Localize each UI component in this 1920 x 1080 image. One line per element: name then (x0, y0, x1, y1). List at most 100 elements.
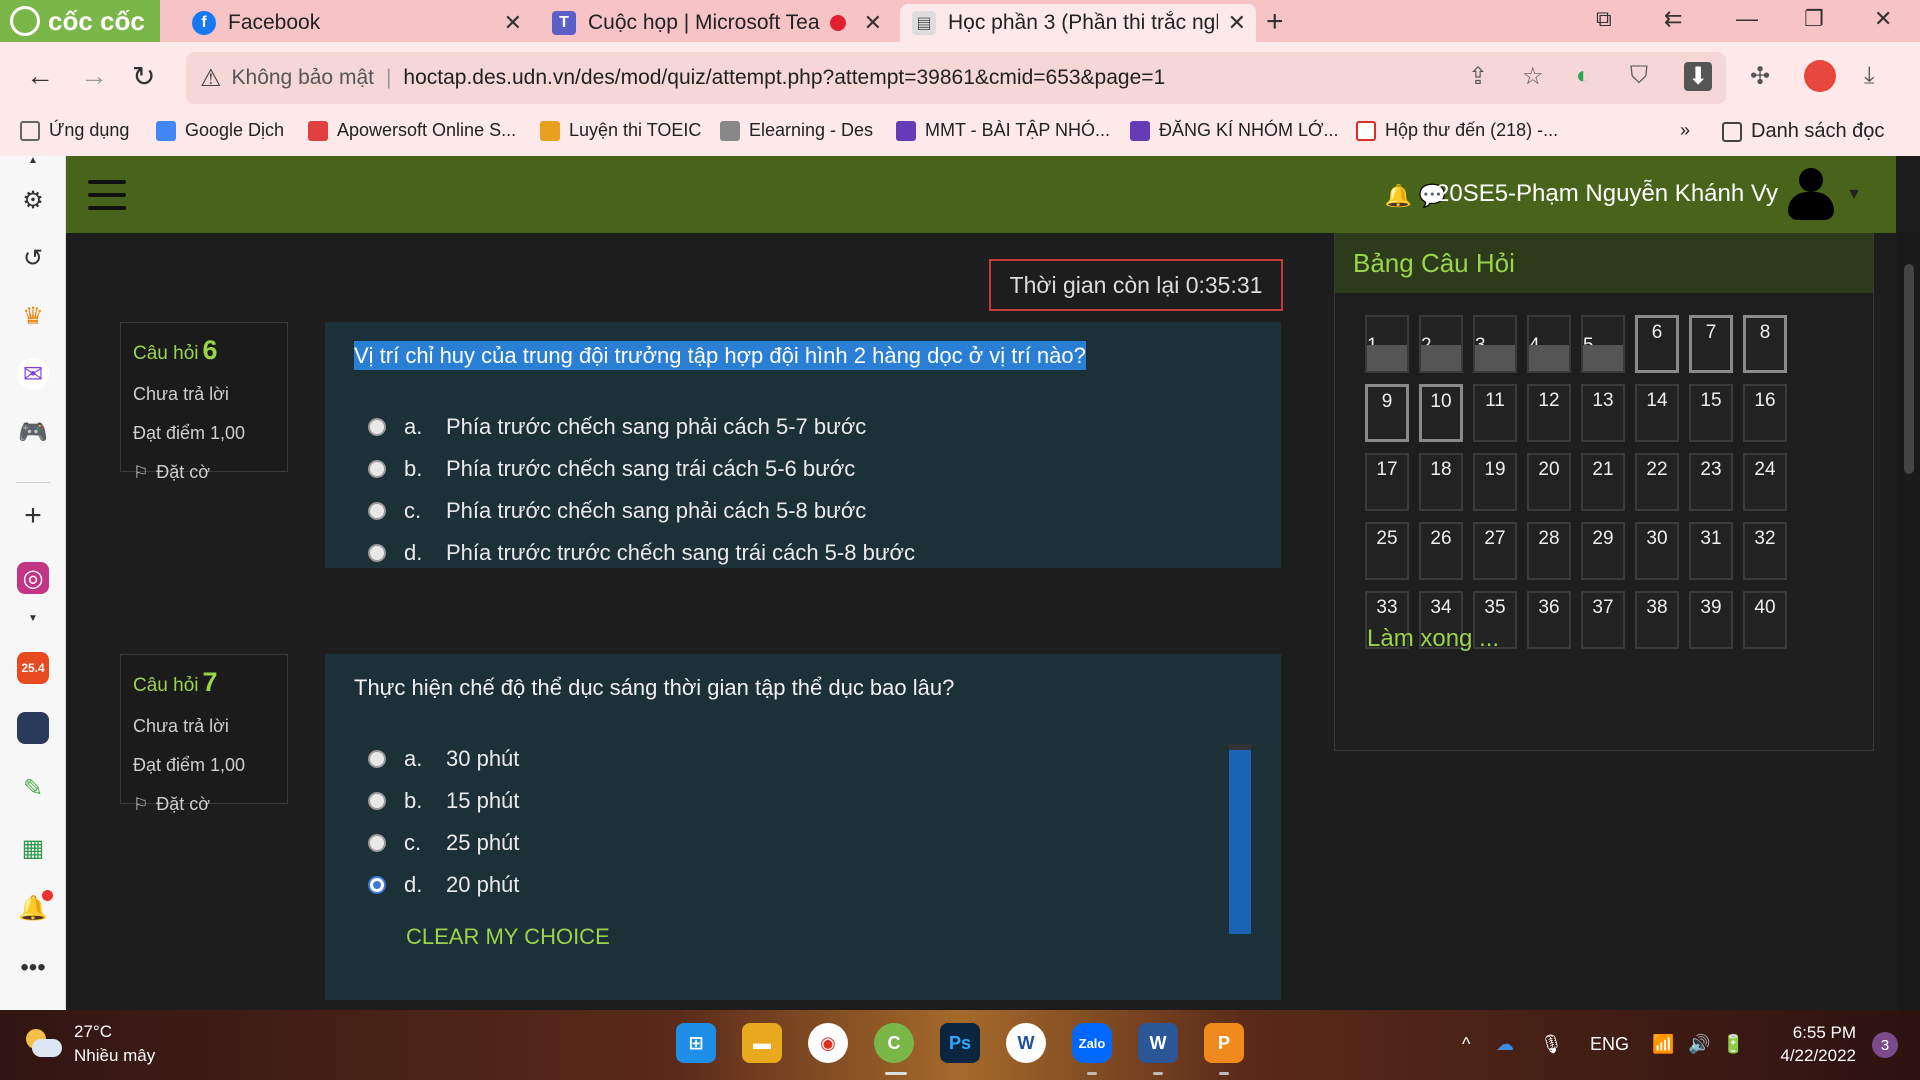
question-nav-button-30[interactable]: 30 (1635, 522, 1679, 580)
question-nav-button-20[interactable]: 20 (1527, 453, 1571, 511)
question-nav-button-16[interactable]: 16 (1743, 384, 1787, 442)
reload-icon[interactable]: ↻ (132, 60, 155, 93)
radio-button[interactable] (368, 750, 386, 768)
bookmark-dang-ki[interactable]: ĐĂNG KÍ NHÓM LỚ... (1130, 120, 1338, 141)
close-window-icon[interactable]: ✕ (1874, 6, 1892, 32)
question-nav-button-3[interactable]: 3 (1473, 315, 1517, 373)
chevron-down-icon[interactable]: ▼ (1846, 186, 1862, 204)
dark-mode-icon[interactable]: ◐ (1576, 62, 1591, 90)
flag-question-button[interactable]: ⚐ Đặt cờ (133, 462, 275, 483)
question-nav-button-39[interactable]: 39 (1689, 591, 1733, 649)
question-nav-button-5[interactable]: 5 (1581, 315, 1625, 373)
tab-teams[interactable]: T Cuộc họp | Microsoft Teams ✕ (540, 4, 892, 42)
microphone-icon[interactable]: 🎙 (1540, 1034, 1563, 1055)
question-nav-button-37[interactable]: 37 (1581, 591, 1625, 649)
file-explorer-icon[interactable]: ▬ (742, 1023, 782, 1063)
answer-option[interactable]: b. Phía trước chếch sang trái cách 5-6 bư… (354, 448, 1252, 490)
answer-option[interactable]: a. 30 phút (354, 738, 1252, 780)
weather-widget[interactable]: 27°C Nhiều mây (26, 1022, 155, 1066)
radio-button[interactable] (368, 418, 386, 436)
question-nav-button-15[interactable]: 15 (1689, 384, 1733, 442)
user-avatar[interactable] (1786, 168, 1836, 220)
question-nav-button-9[interactable]: 9 (1365, 384, 1409, 442)
close-tab-icon[interactable]: ✕ (864, 10, 882, 36)
radio-button[interactable] (368, 792, 386, 810)
word-icon[interactable]: W (1138, 1023, 1178, 1063)
bell-icon[interactable]: 🔔 (1385, 183, 1412, 209)
question-nav-button-27[interactable]: 27 (1473, 522, 1517, 580)
settings-icon[interactable]: ⚙ (17, 184, 49, 216)
bookmark-elearning[interactable]: Elearning - Des (720, 120, 873, 141)
add-icon[interactable]: + (17, 499, 49, 532)
language-indicator[interactable]: ENG (1590, 1034, 1629, 1055)
shield-icon[interactable]: ⛉ (1630, 62, 1648, 90)
notification-count-badge[interactable]: 3 (1872, 1032, 1898, 1058)
bookmark-apps[interactable]: Ứng dụng (20, 120, 129, 141)
flag-question-button[interactable]: ⚐ Đặt cờ (133, 794, 275, 815)
url-text[interactable]: hoctap.des.udn.vn/des/mod/quiz/attempt.p… (403, 66, 1165, 90)
volume-icon[interactable]: 🔊 (1688, 1034, 1710, 1055)
screen-capture-icon[interactable]: ⧉ (1596, 6, 1612, 32)
bookmark-star-icon[interactable]: ☆ (1522, 62, 1544, 91)
clear-choice-link[interactable]: CLEAR MY CHOICE (406, 924, 610, 950)
coccoc-taskbar-icon[interactable]: C (874, 1023, 914, 1063)
restore-icon[interactable]: ❐ (1804, 6, 1824, 32)
tab-facebook[interactable]: f Facebook ✕ (180, 4, 532, 42)
profile-photo-icon[interactable] (17, 712, 49, 744)
bookmark-gmail[interactable]: Hộp thư đến (218) -... (1356, 120, 1558, 141)
profile-avatar-icon[interactable] (1804, 60, 1836, 92)
radio-button[interactable] (368, 502, 386, 520)
reading-list-button[interactable]: Danh sách đọc (1722, 120, 1884, 143)
download-extension-icon[interactable]: ⬇ (1684, 62, 1713, 91)
tab-quiz-active[interactable]: ▤ Học phần 3 (Phần thi trắc nghiệm) ✕ (900, 4, 1256, 42)
question-nav-button-38[interactable]: 38 (1635, 591, 1679, 649)
scrollbar-thumb[interactable] (1904, 264, 1914, 474)
coccoc-brand-button[interactable]: cốc cốc (0, 0, 160, 42)
radio-button-checked[interactable] (368, 876, 386, 894)
question-nav-button-28[interactable]: 28 (1527, 522, 1571, 580)
onedrive-icon[interactable]: ☁ (1496, 1034, 1514, 1055)
question-nav-button-40[interactable]: 40 (1743, 591, 1787, 649)
back-icon[interactable]: ← (26, 60, 54, 92)
question-nav-button-11[interactable]: 11 (1473, 384, 1517, 442)
tab-search-icon[interactable]: ⇇ (1664, 6, 1682, 32)
question-nav-button-26[interactable]: 26 (1419, 522, 1463, 580)
answer-option[interactable]: d. Phía trước trước chếch sang trái cách … (354, 532, 1252, 574)
extensions-icon[interactable]: ✣ (1750, 62, 1770, 91)
bookmark-mmt[interactable]: MMT - BÀI TẬP NHÓ... (896, 120, 1110, 141)
question-nav-button-36[interactable]: 36 (1527, 591, 1571, 649)
bookmark-toeic[interactable]: Luyện thi TOEIC (540, 120, 701, 141)
shopee-icon[interactable]: 25.4 (17, 652, 49, 684)
answer-option[interactable]: a. Phía trước chếch sang phải cách 5-7 bư… (354, 406, 1252, 448)
crown-icon[interactable]: ♛ (17, 300, 49, 332)
scroll-up-icon[interactable]: ▲ (17, 154, 49, 166)
show-hidden-icons-icon[interactable]: ^ (1462, 1034, 1470, 1055)
question-nav-button-25[interactable]: 25 (1365, 522, 1409, 580)
clock[interactable]: 6:55 PM 4/22/2022 (1780, 1021, 1856, 1067)
coccoc-map-icon[interactable]: ✎ (17, 772, 49, 804)
answer-option[interactable]: c. 25 phút (354, 822, 1252, 864)
spreadsheet-icon[interactable]: ▦ (17, 832, 49, 864)
finish-attempt-link[interactable]: Làm xong ... (1367, 625, 1499, 653)
wifi-icon[interactable]: 📶 (1652, 1034, 1674, 1055)
downloads-icon[interactable]: ⤓ (1864, 62, 1875, 90)
question-nav-button-13[interactable]: 13 (1581, 384, 1625, 442)
user-name[interactable]: 20SE5-Phạm Nguyễn Khánh Vy (1436, 180, 1778, 208)
answer-option[interactable]: b. 15 phút (354, 780, 1252, 822)
question-nav-button-1[interactable]: 1 (1365, 315, 1409, 373)
radio-button[interactable] (368, 544, 386, 562)
question-nav-button-19[interactable]: 19 (1473, 453, 1517, 511)
radio-button[interactable] (368, 460, 386, 478)
question-nav-button-21[interactable]: 21 (1581, 453, 1625, 511)
question-nav-button-12[interactable]: 12 (1527, 384, 1571, 442)
radio-button[interactable] (368, 834, 386, 852)
inner-scrollbar[interactable] (1229, 744, 1251, 934)
start-windows-icon[interactable]: ⊞ (676, 1023, 716, 1063)
share-icon[interactable]: ⇪ (1468, 62, 1488, 91)
instagram-icon[interactable]: ◎ (17, 562, 49, 594)
question-nav-button-14[interactable]: 14 (1635, 384, 1679, 442)
question-nav-button-22[interactable]: 22 (1635, 453, 1679, 511)
question-nav-button-29[interactable]: 29 (1581, 522, 1625, 580)
answer-option-selected[interactable]: d. 20 phút (354, 864, 1252, 906)
question-nav-button-8[interactable]: 8 (1743, 315, 1787, 373)
